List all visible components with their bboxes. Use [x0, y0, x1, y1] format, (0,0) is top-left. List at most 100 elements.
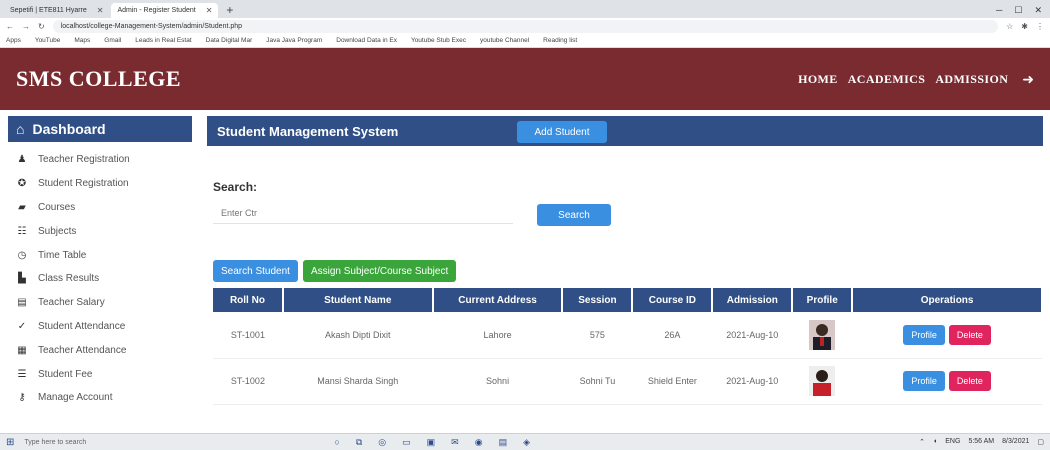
- column-header[interactable]: Student Name: [282, 288, 434, 312]
- bookmark[interactable]: Reading list: [543, 37, 577, 44]
- vscode-icon[interactable]: ◈: [523, 437, 530, 448]
- students-table: Roll No Student Name Current Address Ses…: [213, 288, 1043, 405]
- sidebar-item-class-results[interactable]: ▙ Class Results: [0, 267, 200, 291]
- sidebar-item-subjects[interactable]: ☷ Subjects: [0, 219, 200, 243]
- column-header[interactable]: Operations: [852, 288, 1043, 312]
- cell-name: Akash Dipti Dixit: [282, 312, 433, 359]
- extensions-icon[interactable]: ✱: [1021, 22, 1028, 31]
- delete-button[interactable]: Delete: [948, 371, 991, 391]
- close-window-icon[interactable]: ✕: [1034, 3, 1042, 18]
- volume-icon[interactable]: ◖: [933, 438, 937, 446]
- search-button[interactable]: Search: [537, 204, 611, 226]
- star-icon[interactable]: ☆: [1006, 22, 1013, 31]
- main-content: Student Management System Add Student Se…: [207, 110, 1050, 433]
- notifications-icon[interactable]: ▢: [1037, 438, 1044, 446]
- sidebar-item-dashboard[interactable]: ⌂ Dashboard: [8, 116, 192, 142]
- cell-operations: Profile Delete: [852, 358, 1042, 405]
- sidebar-item-courses[interactable]: ▰ Courses: [0, 196, 200, 220]
- word-icon[interactable]: ▤: [499, 437, 508, 448]
- cell-address: Lahore: [432, 312, 563, 359]
- cell-name: Mansi Sharda Singh: [282, 358, 433, 405]
- bookmark[interactable]: Apps: [6, 37, 21, 44]
- cell-roll: ST-1001: [213, 312, 283, 359]
- action-buttons: Search Student Assign Subject/Course Sub…: [213, 260, 457, 282]
- sidebar-item-student-attendance[interactable]: ✓ Student Attendance: [0, 315, 200, 339]
- sidebar-item-student-fee[interactable]: ☰ Student Fee: [0, 362, 200, 386]
- clock-date[interactable]: 8/3/2021: [1002, 438, 1029, 446]
- add-student-button[interactable]: Add Student: [517, 121, 607, 143]
- column-header[interactable]: Profile: [792, 288, 854, 312]
- forward-icon[interactable]: →: [22, 22, 30, 31]
- explorer-icon[interactable]: ▭: [402, 437, 411, 448]
- profile-button[interactable]: Profile: [903, 324, 945, 345]
- bookmark[interactable]: Leads in Real Estat: [135, 37, 191, 44]
- url-input[interactable]: localhost/college-Management-System/admi…: [52, 19, 999, 33]
- close-tab-icon[interactable]: ✕: [206, 6, 213, 15]
- chevron-up-icon[interactable]: ⌃: [919, 438, 925, 446]
- sidebar-item-student-registration[interactable]: ✪ Student Registration: [0, 172, 200, 196]
- search-input[interactable]: [213, 202, 513, 224]
- back-icon[interactable]: ←: [6, 22, 14, 31]
- key-icon: ⚷: [18, 392, 26, 404]
- new-tab-icon[interactable]: +: [226, 3, 233, 18]
- site-header: SMS COLLEGE HOME ACADEMICS ADMISSION ➜: [0, 48, 1050, 110]
- nav-admission[interactable]: ADMISSION: [935, 72, 1008, 87]
- top-nav: HOME ACADEMICS ADMISSION ➜: [798, 71, 1034, 88]
- browser-tab[interactable]: Sepetifi | ETE811 Hyarre ✕: [4, 3, 109, 18]
- windows-start-icon[interactable]: ⊞: [6, 437, 14, 448]
- sidebar-item-teacher-attendance[interactable]: ▦ Teacher Attendance: [0, 338, 200, 362]
- mail-icon[interactable]: ✉: [451, 437, 459, 448]
- os-taskbar: ⊞ Type here to search ○ ⧉ ◎ ▭ ▣ ✉ ◉ ▤ ◈ …: [0, 433, 1050, 450]
- sidebar-item-time-table[interactable]: ◷ Time Table: [0, 243, 200, 267]
- sidebar-item-teacher-registration[interactable]: ♟ Teacher Registration: [0, 148, 200, 172]
- store-icon[interactable]: ▣: [427, 437, 436, 448]
- cell-course: 26A: [632, 312, 713, 359]
- sidebar-item-label: Student Registration: [38, 178, 129, 190]
- column-header[interactable]: Course ID: [632, 288, 714, 312]
- brand-logo[interactable]: SMS COLLEGE: [16, 66, 181, 92]
- bookmark[interactable]: Maps: [74, 37, 90, 44]
- bookmark[interactable]: Gmail: [104, 37, 121, 44]
- close-tab-icon[interactable]: ✕: [97, 6, 104, 15]
- delete-button[interactable]: Delete: [948, 324, 991, 345]
- sidebar-item-manage-account[interactable]: ⚷ Manage Account: [0, 386, 200, 410]
- sidebar-item-label: Time Table: [38, 249, 87, 261]
- menu-icon[interactable]: ⋮: [1036, 22, 1044, 31]
- search-student-button[interactable]: Search Student: [213, 260, 298, 282]
- maximize-icon[interactable]: ☐: [1014, 3, 1022, 18]
- task-view-icon[interactable]: ⧉: [356, 437, 362, 448]
- sidebar: ⌂ Dashboard ♟ Teacher Registration ✪ Stu…: [0, 110, 200, 433]
- bookmark[interactable]: Java Java Program: [266, 37, 322, 44]
- address-bar-row: ← → ↻ localhost/college-Management-Syste…: [0, 18, 1050, 34]
- bookmark[interactable]: YouTube: [35, 37, 61, 44]
- table-header-row: Roll No Student Name Current Address Ses…: [213, 288, 1043, 312]
- chart-icon: ▙: [18, 273, 26, 285]
- bookmark[interactable]: Youtube Stub Exec: [411, 37, 466, 44]
- sidebar-item-label: Student Attendance: [38, 320, 126, 332]
- browser-tab-active[interactable]: Admin - Register Student ✕: [111, 3, 219, 18]
- assign-subject-button[interactable]: Assign Subject/Course Subject: [302, 260, 457, 282]
- clock-time[interactable]: 5:56 AM: [968, 438, 994, 446]
- column-header[interactable]: Current Address: [432, 288, 564, 312]
- edge-icon[interactable]: ◎: [378, 437, 386, 448]
- cell-session: 575: [562, 312, 633, 359]
- bookmark[interactable]: youtube Channel: [480, 37, 529, 44]
- table-row: ST-1001 Akash Dipti Dixit Lahore 575 26A…: [213, 312, 1042, 359]
- reload-icon[interactable]: ↻: [38, 22, 45, 31]
- nav-academics[interactable]: ACADEMICS: [848, 72, 926, 87]
- taskbar-search[interactable]: Type here to search: [24, 439, 224, 446]
- column-header[interactable]: Session: [562, 288, 634, 312]
- profile-button[interactable]: Profile: [903, 371, 945, 391]
- minimize-icon[interactable]: ─: [996, 3, 1002, 18]
- sidebar-item-teacher-salary[interactable]: ▤ Teacher Salary: [0, 291, 200, 315]
- nav-home[interactable]: HOME: [798, 72, 838, 87]
- logout-icon[interactable]: ➜: [1022, 71, 1034, 88]
- language-indicator[interactable]: ENG: [945, 438, 960, 446]
- tab-title: Sepetifi | ETE811 Hyarre: [10, 7, 87, 14]
- bookmark[interactable]: Data Digital Mar: [206, 37, 253, 44]
- cortana-icon[interactable]: ○: [334, 437, 339, 448]
- column-header[interactable]: Admission: [712, 288, 794, 312]
- chrome-icon[interactable]: ◉: [475, 437, 483, 448]
- bookmark[interactable]: Download Data in Ex: [336, 37, 397, 44]
- column-header[interactable]: Roll No: [213, 288, 284, 312]
